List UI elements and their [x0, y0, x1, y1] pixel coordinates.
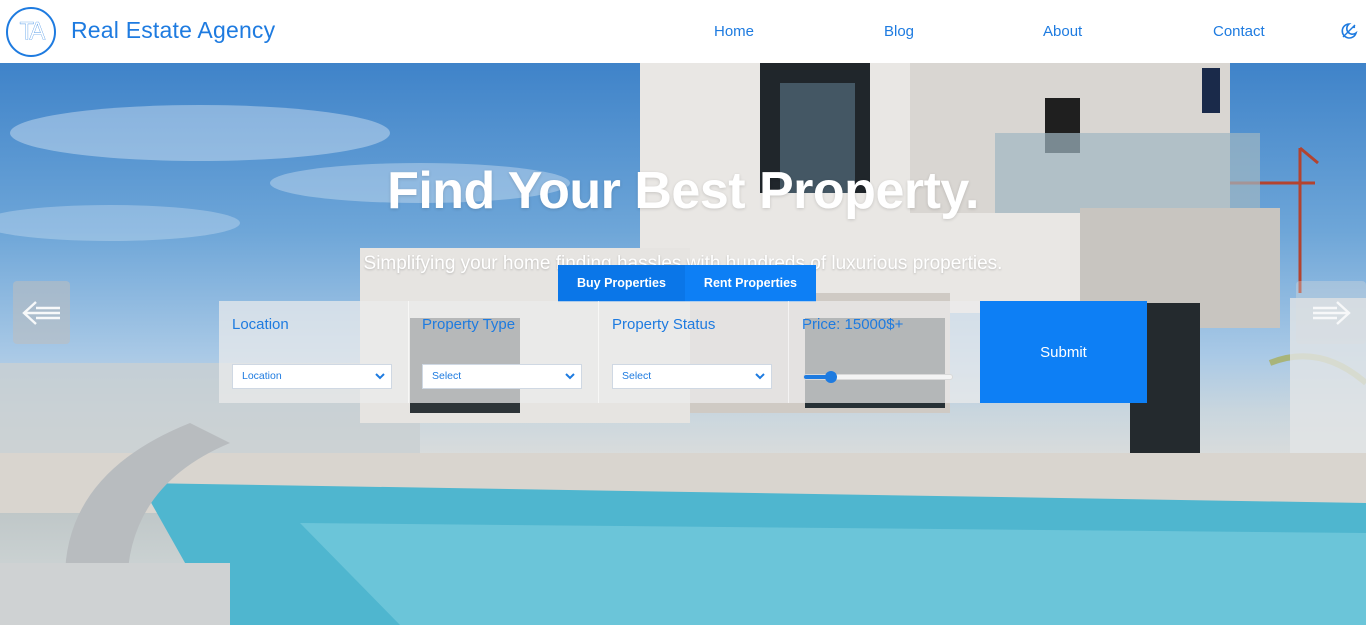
search-tabs: Buy Properties Rent Properties: [558, 265, 817, 302]
price-label: Price: 15000$+: [802, 316, 904, 333]
carousel-next-button[interactable]: [1296, 281, 1366, 344]
location-select[interactable]: Location: [232, 364, 392, 389]
nav-blog[interactable]: Blog: [884, 23, 914, 40]
chevron-down-icon: [565, 373, 575, 380]
chevron-down-icon: [755, 373, 765, 380]
moon-star-icon[interactable]: [1340, 22, 1358, 40]
tab-rent-properties[interactable]: Rent Properties: [685, 265, 816, 302]
location-select-value: Location: [242, 370, 282, 382]
tab-buy-properties[interactable]: Buy Properties: [558, 265, 685, 302]
carousel-prev-button[interactable]: [13, 281, 70, 344]
logo-text: TA: [19, 17, 45, 46]
location-label: Location: [232, 316, 289, 333]
nav-contact[interactable]: Contact: [1213, 23, 1265, 40]
property-type-select[interactable]: Select: [422, 364, 582, 389]
nav-home[interactable]: Home: [714, 23, 754, 40]
submit-button[interactable]: Submit: [980, 301, 1147, 403]
chevron-down-icon: [375, 373, 385, 380]
arrow-right-icon: [1313, 300, 1351, 325]
arrow-left-icon: [21, 300, 60, 325]
property-status-select-value: Select: [622, 370, 652, 382]
location-field: Location Location: [219, 301, 409, 403]
property-type-select-value: Select: [432, 370, 462, 382]
logo[interactable]: TA: [6, 7, 56, 57]
price-slider-thumb[interactable]: [824, 371, 837, 383]
search-panel: Location Location Property Type Select P…: [219, 301, 981, 403]
property-type-label: Property Type: [422, 316, 516, 333]
property-status-field: Property Status Select: [599, 301, 789, 403]
property-status-select[interactable]: Select: [612, 364, 772, 389]
navbar: TA Real Estate Agency Home Blog About Co…: [0, 0, 1366, 63]
property-status-label: Property Status: [612, 316, 716, 333]
brand-name[interactable]: Real Estate Agency: [71, 17, 275, 44]
nav-about[interactable]: About: [1043, 23, 1082, 40]
price-slider[interactable]: [803, 371, 953, 383]
property-type-field: Property Type Select: [409, 301, 599, 403]
hero-title: Find Your Best Property.: [387, 162, 979, 220]
price-field: Price: 15000$+: [789, 301, 981, 403]
